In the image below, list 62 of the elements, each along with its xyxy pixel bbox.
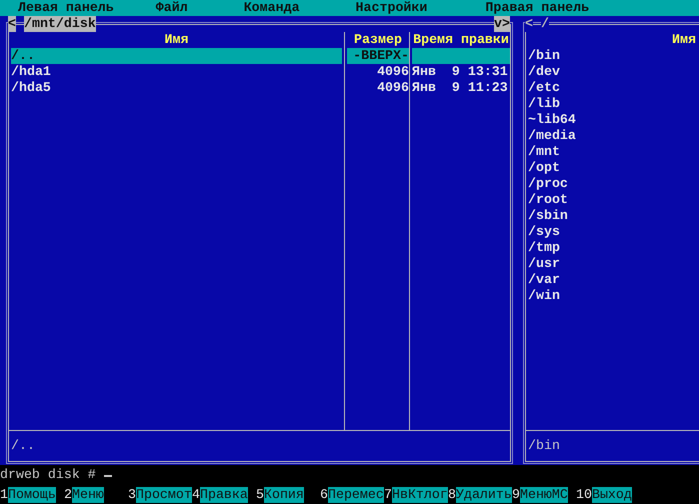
- selection-bar[interactable]: [412, 48, 510, 64]
- key-number: 1: [0, 487, 8, 503]
- key-number: 4: [192, 487, 200, 503]
- menu-item[interactable]: Правая панель: [485, 0, 590, 16]
- file-item[interactable]: /usr: [528, 256, 699, 272]
- file-item[interactable]: /sys: [528, 224, 699, 240]
- file-item[interactable]: /mnt: [528, 144, 699, 160]
- table-cell[interactable]: 4096: [347, 80, 409, 96]
- function-key-button[interactable]: Выход: [592, 487, 632, 503]
- table-cell[interactable]: Янв 9 13:31: [412, 64, 510, 80]
- file-item[interactable]: /etc: [528, 80, 699, 96]
- file-item[interactable]: /proc: [528, 176, 699, 192]
- column-header[interactable]: Имя: [528, 32, 699, 48]
- key-number: 9: [512, 487, 520, 503]
- menu-item[interactable]: Левая панель: [18, 0, 114, 16]
- file-item[interactable]: /var: [528, 272, 699, 288]
- table-cell[interactable]: Янв 9 11:23: [412, 80, 510, 96]
- table-cell[interactable]: /..: [11, 48, 342, 64]
- menu-item[interactable]: Настройки: [356, 0, 428, 16]
- panel-path: /mnt/disk: [24, 16, 96, 32]
- command-prompt: drweb disk #: [0, 467, 96, 483]
- key-number: 2: [64, 487, 72, 503]
- key-number: 7: [384, 487, 392, 503]
- function-key-button[interactable]: Просмот: [136, 487, 192, 503]
- menu-item[interactable]: Команда: [244, 0, 300, 16]
- function-key-button[interactable]: Удалить: [456, 487, 512, 503]
- function-key-button[interactable]: МенюМС: [520, 487, 568, 503]
- file-item[interactable]: /bin: [528, 48, 699, 64]
- function-key-button[interactable]: Правка: [200, 487, 248, 503]
- table-cell[interactable]: -ВВЕРХ-: [347, 48, 409, 64]
- file-item[interactable]: /win: [528, 288, 699, 304]
- file-item[interactable]: ~lib64: [528, 112, 699, 128]
- function-key-button[interactable]: Меню: [72, 487, 104, 503]
- column-header[interactable]: Имя: [11, 32, 342, 48]
- file-item[interactable]: /opt: [528, 160, 699, 176]
- panel-marker[interactable]: v>: [494, 16, 510, 32]
- table-cell[interactable]: /hda1: [11, 64, 342, 80]
- text-cursor: [104, 475, 112, 477]
- file-item[interactable]: /sbin: [528, 208, 699, 224]
- table-cell[interactable]: 4096: [347, 64, 409, 80]
- function-key-button[interactable]: Копия: [264, 487, 304, 503]
- status-text: /bin: [528, 438, 560, 454]
- file-item[interactable]: /tmp: [528, 240, 699, 256]
- key-number: 8: [448, 487, 456, 503]
- column-header[interactable]: Размер: [347, 32, 409, 48]
- key-number: 10: [576, 487, 592, 503]
- menu-item[interactable]: Файл: [156, 0, 188, 16]
- table-cell[interactable]: /hda5: [11, 80, 342, 96]
- function-key-button[interactable]: Помощь: [8, 487, 56, 503]
- function-key-button[interactable]: НвКтлог: [392, 487, 448, 503]
- function-key-button[interactable]: Перемес: [328, 487, 384, 503]
- key-number: 6: [320, 487, 328, 503]
- file-item[interactable]: /lib: [528, 96, 699, 112]
- file-item[interactable]: /root: [528, 192, 699, 208]
- column-header[interactable]: Время правки: [412, 32, 510, 48]
- key-number: 3: [128, 487, 136, 503]
- file-item[interactable]: /media: [528, 128, 699, 144]
- status-text: /..: [11, 438, 35, 454]
- panel-marker[interactable]: <: [525, 16, 533, 32]
- panel-marker[interactable]: <: [8, 16, 16, 32]
- file-item[interactable]: /dev: [528, 64, 699, 80]
- key-number: 5: [256, 487, 264, 503]
